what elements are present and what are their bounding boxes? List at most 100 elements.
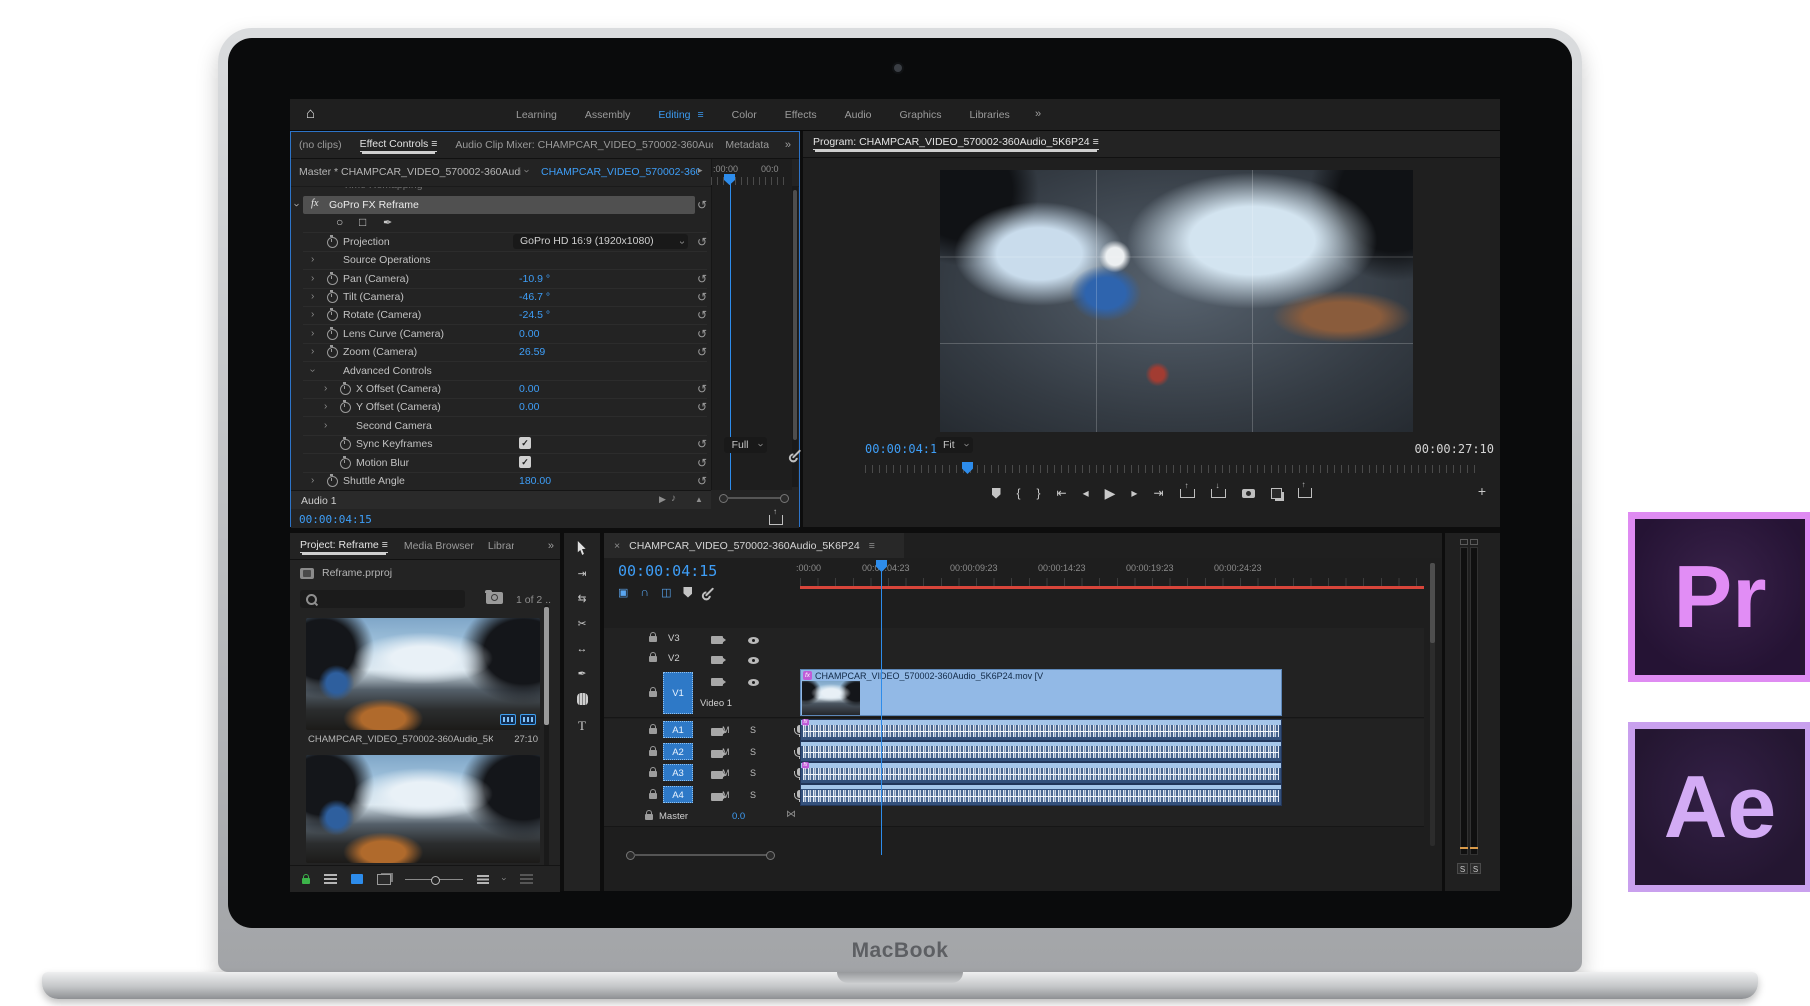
chevron-right-icon[interactable]: › xyxy=(324,401,327,412)
lock-icon[interactable] xyxy=(649,793,657,799)
playback-resolution-dropdown[interactable]: Full› xyxy=(724,437,767,453)
reset-icon[interactable]: ↺ xyxy=(697,345,707,359)
panel-menu-icon[interactable]: ≡ xyxy=(431,138,437,150)
chevron-down-icon[interactable]: › xyxy=(521,169,533,173)
lock-icon[interactable] xyxy=(649,771,657,777)
reset-icon[interactable]: ↺ xyxy=(697,400,707,414)
track-output-eye-icon[interactable] xyxy=(748,657,759,664)
panel-menu-icon[interactable]: ≡ xyxy=(1093,136,1099,148)
automate-sequence-icon[interactable] xyxy=(520,874,533,884)
add-marker-icon[interactable] xyxy=(683,587,692,598)
sync-lock-icon[interactable] xyxy=(711,656,723,664)
reset-icon[interactable]: ↺ xyxy=(697,272,707,286)
solo-button[interactable]: S xyxy=(750,790,756,800)
export-button-icon[interactable]: ↑ xyxy=(1298,488,1312,498)
param-value[interactable]: 0.00 xyxy=(519,401,539,413)
effect-row-title[interactable]: › fx GoPro FX Reframe ↺ xyxy=(303,196,707,214)
timeline-audio-clip-a3[interactable]: fx xyxy=(800,762,1282,784)
project-overflow-icon[interactable]: » xyxy=(548,540,554,552)
pen-mask-icon[interactable]: ✒ xyxy=(383,216,392,229)
lock-icon[interactable] xyxy=(649,691,657,697)
tab-assembly[interactable]: Assembly xyxy=(571,109,645,121)
stopwatch-icon[interactable] xyxy=(327,329,338,340)
param-value[interactable]: 180.00 xyxy=(519,475,551,487)
track-label[interactable]: V3 xyxy=(668,633,680,644)
bowtie-icon[interactable]: ⋈ xyxy=(786,809,796,820)
extract-icon[interactable]: ↓ xyxy=(1211,489,1226,498)
search-input[interactable] xyxy=(300,590,465,608)
track-target-a2[interactable]: A2 xyxy=(663,743,693,760)
reset-icon[interactable]: ↺ xyxy=(697,437,707,451)
tab-effect-controls[interactable]: Effect Controls ≡ xyxy=(360,138,438,152)
effect-controls-overflow-icon[interactable]: » xyxy=(785,139,791,151)
mark-out-icon[interactable]: } xyxy=(1037,486,1041,500)
nested-sequence-icon[interactable]: ▣ xyxy=(618,586,628,599)
tab-learning[interactable]: Learning xyxy=(502,109,571,121)
chevron-right-icon[interactable]: › xyxy=(311,475,314,486)
mute-button[interactable]: M xyxy=(722,768,730,778)
stopwatch-icon[interactable] xyxy=(327,476,338,487)
solo-right-button[interactable]: S xyxy=(1470,863,1481,874)
audio1-section-bar[interactable]: Audio 1 ▶ ♪ ▲ xyxy=(291,490,711,510)
chevron-down-icon[interactable]: › xyxy=(500,878,510,881)
solo-button[interactable]: S xyxy=(750,768,756,778)
chevron-right-icon[interactable]: › xyxy=(311,328,314,339)
go-to-in-icon[interactable]: ⇤ xyxy=(1057,486,1067,500)
selection-tool-icon[interactable] xyxy=(576,541,588,555)
stopwatch-icon[interactable] xyxy=(327,347,338,358)
tab-source-monitor[interactable]: (no clips) xyxy=(299,139,342,151)
razor-tool-icon[interactable]: ✂ xyxy=(578,618,587,630)
param-value[interactable]: 0.00 xyxy=(519,328,539,340)
sync-keyframes-checkbox[interactable]: ✓ xyxy=(519,437,531,449)
panel-menu-icon[interactable]: ≡ xyxy=(869,540,875,552)
stopwatch-icon[interactable] xyxy=(327,310,338,321)
chevron-right-icon[interactable]: › xyxy=(311,254,314,265)
master-gain-value[interactable]: 0.0 xyxy=(732,811,745,822)
collapse-icon[interactable]: ▲ xyxy=(695,495,703,504)
lift-icon[interactable]: ↑ xyxy=(1180,489,1195,498)
track-output-eye-icon[interactable] xyxy=(748,679,759,686)
button-editor-plus-icon[interactable]: + xyxy=(1478,483,1486,499)
clip-name[interactable]: CHAMPCAR_VIDEO_570002-360Audio_5K.. xyxy=(308,734,493,745)
export-icon[interactable]: ↑ xyxy=(769,515,783,525)
reset-icon[interactable]: ↺ xyxy=(697,474,707,488)
lane-play-icon[interactable]: ▸ xyxy=(698,165,703,176)
reset-icon[interactable]: ↺ xyxy=(697,327,707,341)
lane-scroll-handle-right[interactable] xyxy=(780,494,789,503)
type-tool-icon[interactable]: T xyxy=(578,718,586,734)
chevron-right-icon[interactable]: › xyxy=(311,291,314,302)
timeline-audio-clip-a4[interactable] xyxy=(800,784,1282,806)
hand-tool-icon[interactable] xyxy=(577,693,588,705)
workspace-overflow-icon[interactable]: » xyxy=(1035,108,1041,120)
tab-effects[interactable]: Effects xyxy=(771,109,831,121)
track-target-a4[interactable]: A4 xyxy=(663,786,693,803)
project-file-row[interactable]: Reframe.prproj xyxy=(300,565,392,581)
lock-icon[interactable] xyxy=(649,750,657,756)
export-frame-icon[interactable] xyxy=(1242,489,1255,498)
reset-icon[interactable]: ↺ xyxy=(697,235,707,249)
ripple-edit-tool-icon[interactable]: ⇆ xyxy=(578,593,587,605)
chevron-down-icon[interactable]: › xyxy=(307,369,318,372)
timeline-audio-clip-a2[interactable] xyxy=(800,741,1282,762)
param-value[interactable]: -46.7 ° xyxy=(519,291,550,303)
projection-dropdown[interactable]: GoPro HD 16:9 (1920x1080)› xyxy=(513,234,688,249)
track-target-a1[interactable]: A1 xyxy=(663,721,693,738)
reset-icon[interactable]: ↺ xyxy=(697,382,707,396)
mute-button[interactable]: M xyxy=(722,725,730,735)
reset-icon[interactable]: ↺ xyxy=(697,290,707,304)
close-icon[interactable]: × xyxy=(614,540,620,552)
tab-audio-clip-mixer[interactable]: Audio Clip Mixer: CHAMPCAR_VIDEO_570002-… xyxy=(455,139,713,151)
stopwatch-icon[interactable] xyxy=(340,439,351,450)
track-target-a3[interactable]: A3 xyxy=(663,764,693,781)
go-to-out-icon[interactable]: ⇥ xyxy=(1153,486,1163,500)
program-video-frame[interactable] xyxy=(940,170,1413,432)
stopwatch-icon[interactable] xyxy=(340,458,351,469)
tab-color[interactable]: Color xyxy=(718,109,771,121)
sort-icon[interactable] xyxy=(477,875,489,884)
icon-view-icon[interactable] xyxy=(351,874,363,884)
motion-blur-checkbox[interactable]: ✓ xyxy=(519,456,531,468)
folder-search-icon[interactable] xyxy=(486,592,503,604)
timeline-zoom-handle-right[interactable] xyxy=(766,851,775,860)
fit-dropdown[interactable]: Fit› xyxy=(935,437,973,453)
tab-libraries[interactable]: Libraries xyxy=(488,540,514,552)
